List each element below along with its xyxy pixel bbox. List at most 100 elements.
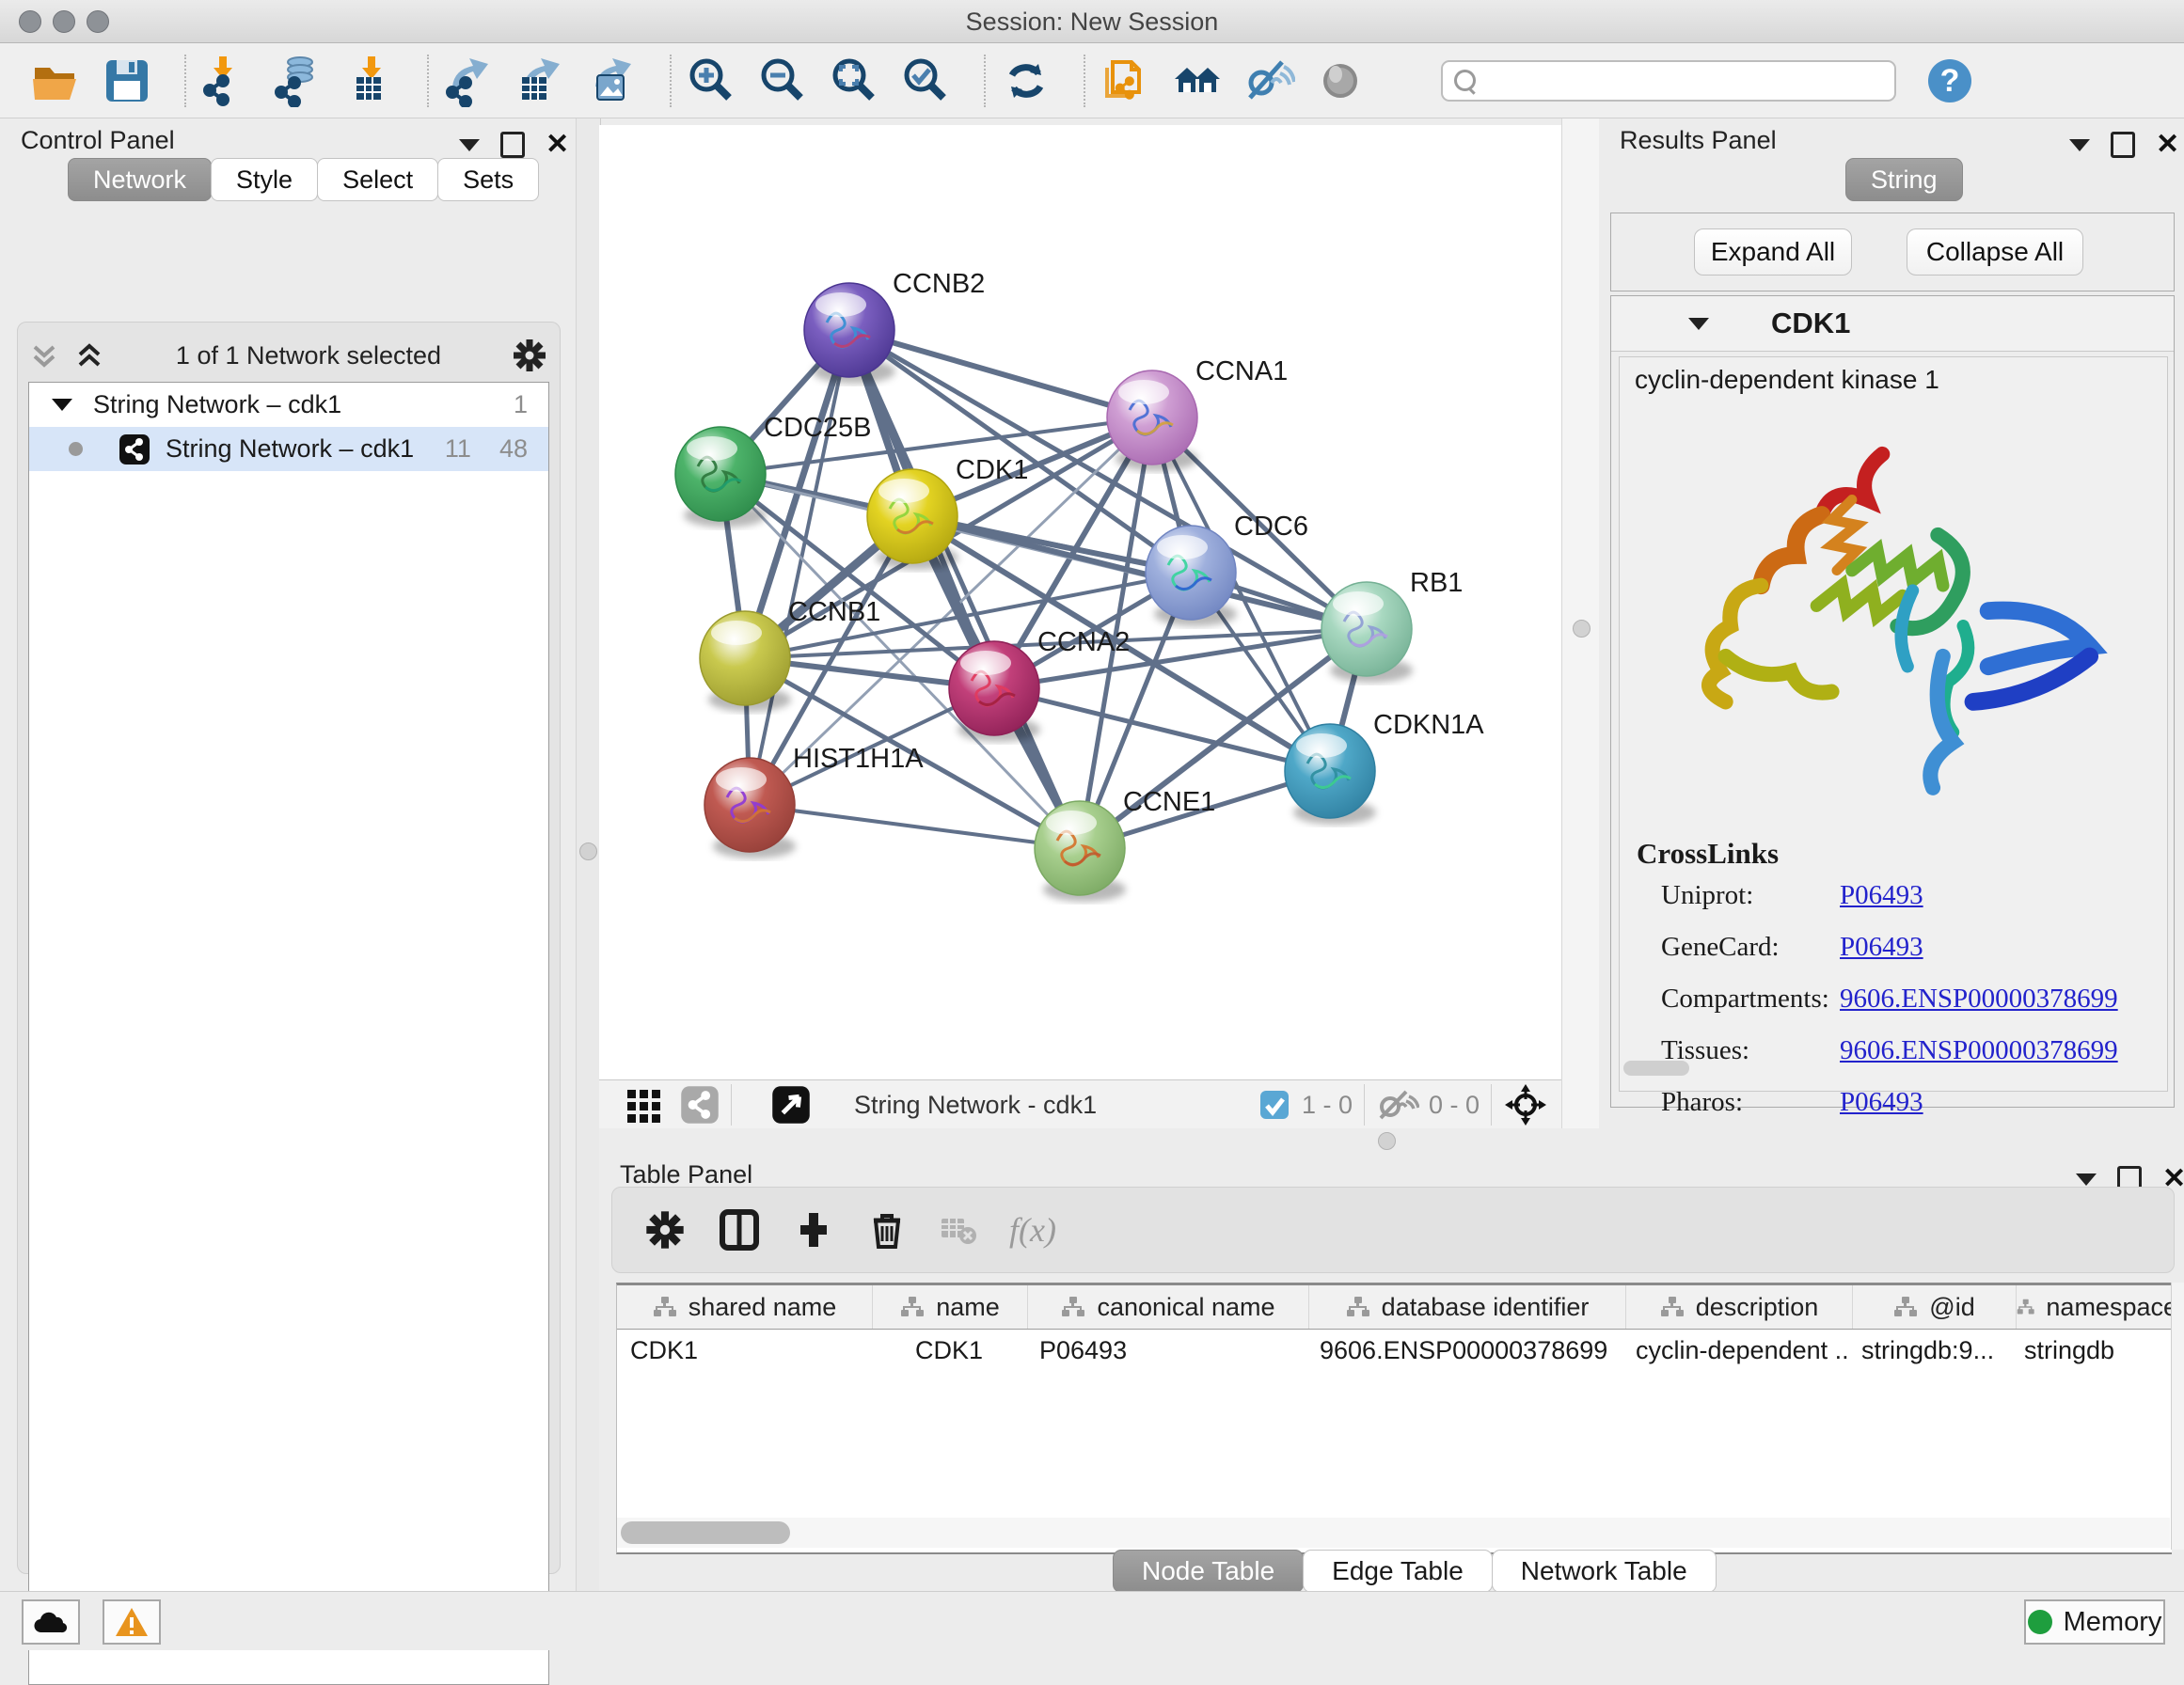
column-header-description[interactable]: description [1626,1285,1853,1329]
control-panel-menu-icon[interactable] [459,139,480,151]
left-splitter-handle[interactable] [579,842,597,860]
column-header--id[interactable]: @id [1853,1285,2017,1329]
tree-expand-icon[interactable] [52,399,72,411]
node-hist1h1a[interactable]: HIST1H1A [704,744,924,858]
table-horizontal-scrollbar[interactable] [617,1518,2170,1548]
tab-network[interactable]: Network [68,158,212,201]
cell-name[interactable]: CDK1 [872,1330,1026,1371]
search-field[interactable] [1441,60,1896,102]
node-cdkn1a[interactable]: CDKN1A [1285,710,1484,825]
results-panel-menu-icon[interactable] [2069,139,2090,151]
tab-network-table[interactable]: Network Table [1492,1550,1717,1593]
node-ccne1[interactable]: CCNE1 [1035,787,1215,902]
cell-database-identifier[interactable]: 9606.ENSP00000378699 [1306,1330,1622,1371]
right-splitter[interactable] [1561,118,1600,1128]
cell-description[interactable]: cyclin-dependent ... [1622,1330,1848,1371]
tab-edge-table[interactable]: Edge Table [1303,1550,1493,1593]
tab-string[interactable]: String [1845,158,1963,201]
import-network-database-icon[interactable] [271,54,325,108]
right-splitter-handle[interactable] [1573,620,1591,638]
expand-all-icon[interactable] [73,339,105,371]
table-settings-gear-icon[interactable] [644,1209,686,1251]
cloud-button[interactable] [22,1599,80,1645]
help-button[interactable]: ? [1923,54,1977,108]
zoom-in-icon[interactable] [685,54,739,108]
create-column-plus-icon[interactable] [793,1209,834,1251]
cell--id[interactable]: stringdb:9... [1848,1330,2011,1371]
column-header-database-identifier[interactable]: database identifier [1309,1285,1626,1329]
node-cdc25b[interactable]: CDC25B [675,413,871,528]
results-hscrollbar-thumb[interactable] [1623,1061,1689,1076]
table-panel-title: Table Panel [620,1160,752,1189]
crosslink-value-link[interactable]: P06493 [1840,1087,1923,1118]
share-session-icon[interactable] [1099,54,1153,108]
table-panel-menu-icon[interactable] [2076,1173,2097,1186]
expand-all-button[interactable]: Expand All [1694,228,1852,276]
zoom-out-icon[interactable] [756,54,811,108]
edge-ccnb2-ccna1[interactable] [849,330,1152,417]
control-panel-close-icon[interactable]: ✕ [546,134,569,155]
cell-shared-name[interactable]: CDK1 [617,1330,872,1371]
table-vertical-scrollbar[interactable] [2171,1283,2184,1550]
crosslink-value-link[interactable]: 9606.ENSP00000378699 [1840,1035,2118,1066]
network-row-selected[interactable]: String Network – cdk1 11 48 [29,427,548,471]
table-row[interactable]: CDK1CDK1P064939606.ENSP00000378699cyclin… [617,1330,2172,1371]
open-session-icon[interactable] [28,54,83,108]
zoom-selected-icon[interactable] [899,54,954,108]
search-input[interactable] [1476,64,1894,98]
hide-glasses-icon[interactable] [1242,54,1296,108]
table-hscrollbar-thumb[interactable] [621,1521,790,1544]
cell-namespace[interactable]: stringdb [2011,1330,2172,1371]
save-session-icon[interactable] [100,54,154,108]
column-header-name[interactable]: name [873,1285,1028,1329]
show-eye-icon[interactable] [1313,54,1368,108]
tab-select[interactable]: Select [317,158,438,201]
memory-button[interactable]: Memory [2024,1599,2165,1645]
grid-view-icon[interactable] [625,1086,663,1124]
export-table-icon[interactable] [514,54,568,108]
birds-eye-view-icon[interactable] [771,1085,811,1125]
node-ccnb2[interactable]: CCNB2 [804,269,985,384]
network-view-icon[interactable] [680,1085,720,1125]
edge-hist1h1a-ccne1[interactable] [750,805,1080,848]
node-rb1[interactable]: RB1 [1321,568,1463,683]
crosslink-value-link[interactable]: 9606.ENSP00000378699 [1840,984,2118,1015]
crosslink-value-link[interactable]: P06493 [1840,932,1923,963]
edge-ccnb2-hist1h1a[interactable] [750,330,849,805]
hidden-counter: 0 - 0 [1429,1091,1480,1120]
column-header-shared-name[interactable]: shared name [617,1285,873,1329]
refresh-view-icon[interactable] [999,54,1053,108]
tab-node-table[interactable]: Node Table [1113,1550,1304,1593]
results-panel-close-icon[interactable]: ✕ [2156,134,2179,155]
node-table[interactable]: shared namenamecanonical namedatabase id… [616,1283,2172,1554]
column-header-canonical-name[interactable]: canonical name [1028,1285,1309,1329]
network-collection-row[interactable]: String Network – cdk1 1 [29,383,548,427]
horizontal-splitter-handle[interactable] [1378,1132,1396,1150]
export-image-icon[interactable] [585,54,640,108]
network-options-gear-icon[interactable] [512,338,547,373]
node-cdk1[interactable]: CDK1 [867,455,1028,570]
tab-sets[interactable]: Sets [437,158,539,201]
delete-column-trash-icon[interactable] [866,1209,908,1251]
node-ccna1[interactable]: CCNA1 [1107,356,1288,471]
collapse-all-icon[interactable] [28,339,60,371]
warnings-button[interactable] [103,1599,161,1645]
zoom-fit-icon[interactable] [828,54,882,108]
selected-checkbox-icon[interactable] [1258,1089,1290,1121]
control-panel-float-icon[interactable] [500,132,525,158]
export-network-icon[interactable] [442,54,497,108]
column-header-namespace[interactable]: namespace [2017,1285,2178,1329]
import-network-file-icon[interactable] [199,54,254,108]
show-columns-icon[interactable] [718,1208,761,1252]
crosslink-value-link[interactable]: P06493 [1840,880,1923,911]
import-table-icon[interactable] [342,54,397,108]
gene-collapse-icon[interactable] [1688,318,1709,330]
network-canvas[interactable]: CCNB2 CCNA1 CDC25B CDK1 CDC6 RB1 CCNB1 C… [599,125,1561,1079]
string-home-icon[interactable] [1170,54,1225,108]
collapse-all-button[interactable]: Collapse All [1907,228,2083,276]
tab-style[interactable]: Style [211,158,318,201]
results-panel-float-icon[interactable] [2111,132,2135,158]
cell-canonical-name[interactable]: P06493 [1026,1330,1306,1371]
fit-selected-crosshair-icon[interactable] [1503,1082,1548,1127]
left-splitter[interactable] [576,118,601,1591]
